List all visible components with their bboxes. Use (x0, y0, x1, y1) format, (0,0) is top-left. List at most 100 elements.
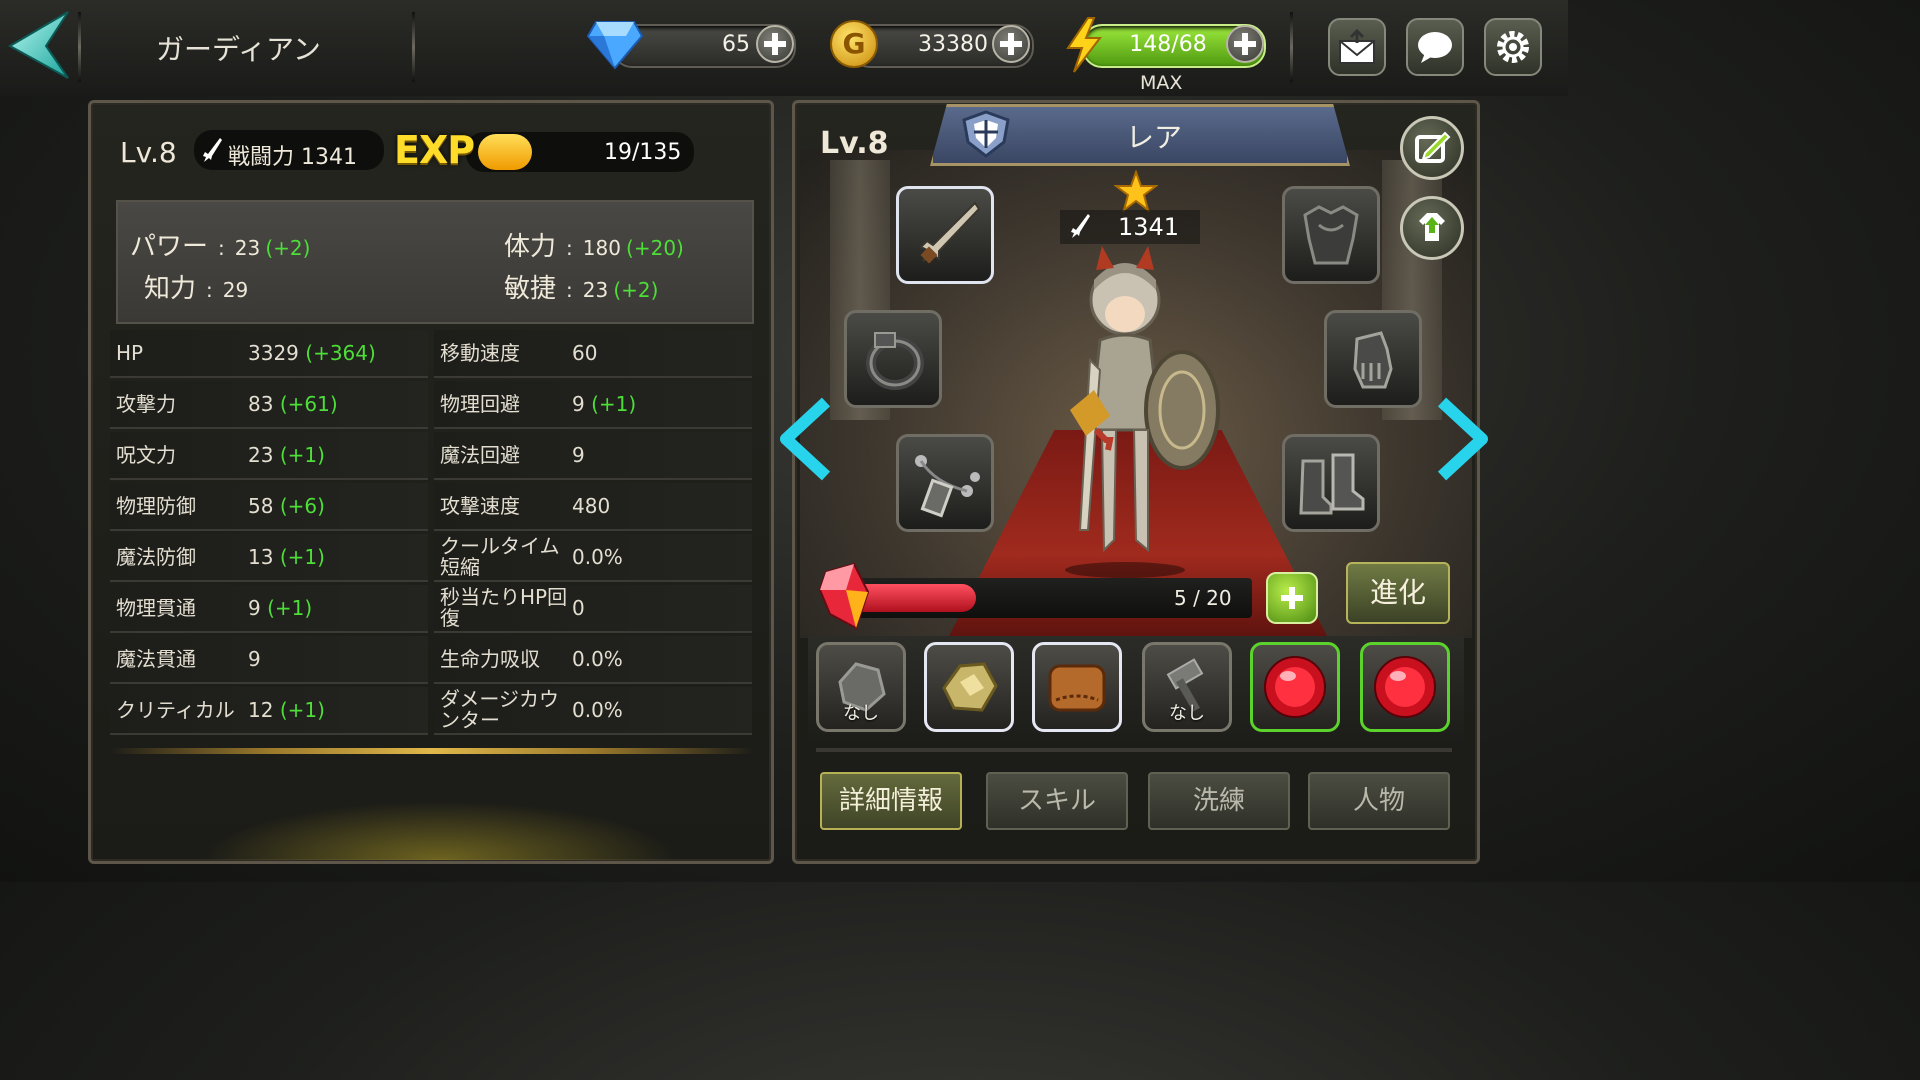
rarity-label: レア (1126, 121, 1183, 154)
stat-name: クリティカル (116, 697, 235, 722)
red-crystal-icon (818, 562, 870, 630)
add-gems-button[interactable] (756, 25, 794, 63)
attribute-bonus: (+2) (265, 236, 311, 260)
gauntlet-icon (1353, 331, 1393, 389)
stat-value: 0 (572, 596, 585, 620)
gem-slot[interactable]: なし (816, 642, 906, 732)
divider (1290, 12, 1293, 82)
gold-divider (110, 748, 754, 754)
lightning-icon (1066, 17, 1103, 73)
divider (816, 748, 1452, 752)
gem-slot-label: なし (1169, 703, 1205, 724)
stat-name: ダメージカウンター (440, 687, 559, 732)
character-portrait (1065, 246, 1220, 578)
stat-name: 攻撃速度 (440, 493, 520, 518)
stat-value: 9 (248, 647, 261, 671)
ring-slot[interactable] (844, 310, 942, 408)
gem-slot[interactable] (924, 642, 1014, 732)
stat-value: 12 (+1) (248, 698, 325, 722)
next-character-arrow-icon[interactable] (1434, 396, 1490, 482)
stat-value-number: 13 (248, 545, 274, 569)
tab-0[interactable]: 詳細情報 (820, 772, 962, 830)
stat-row: 魔法防御 13 (+1) (110, 534, 428, 582)
stat-row: 生命力吸収 0.0% (434, 636, 752, 684)
stat-value: 0.0% (572, 698, 623, 722)
attribute-bonus: (+2) (613, 278, 659, 302)
stat-bonus: (+1) (267, 596, 313, 620)
evolve-button[interactable]: 進化 (1346, 562, 1450, 624)
stat-value-number: 480 (572, 494, 611, 518)
gem-slot[interactable] (1360, 642, 1450, 732)
gloves-slot[interactable] (1324, 310, 1422, 408)
stat-row: クールタイム短縮 0.0% (434, 534, 752, 582)
edit-icon (1415, 131, 1451, 163)
tab-1[interactable]: スキル (986, 772, 1128, 830)
settings-button[interactable] (1484, 18, 1542, 76)
tab-2[interactable]: 洗練 (1148, 772, 1290, 830)
add-evolve-material-button[interactable] (1266, 572, 1318, 624)
stamina-status: MAX (1140, 72, 1183, 94)
mail-button[interactable] (1328, 18, 1386, 76)
evolve-progress-fill (856, 584, 976, 612)
stat-value: 9 (+1) (248, 596, 312, 620)
sword-icon (203, 138, 222, 162)
armor-slot[interactable] (1282, 186, 1380, 284)
stat-row: 呪文力 23 (+1) (110, 432, 428, 480)
stats-column-right: 移動速度 60 物理回避 9 (+1) 魔法回避 9 攻撃速度 480 クールタイム短縮 0… (434, 330, 752, 740)
boots-slot[interactable] (1282, 434, 1380, 532)
attribute-label: 知力 (144, 274, 197, 304)
stat-value-number: 9 (572, 443, 585, 467)
gem-slot[interactable] (1250, 642, 1340, 732)
sword-icon (919, 201, 981, 264)
attribute-separator: : (566, 236, 573, 260)
stat-value-number: 0.0% (572, 698, 623, 722)
add-stamina-button[interactable] (1226, 25, 1264, 63)
stat-value-number: 83 (248, 392, 274, 416)
stat-name: 呪文力 (116, 442, 176, 467)
character-level: Lv.8 (120, 136, 177, 169)
back-arrow-icon[interactable] (6, 10, 72, 80)
gem-slot[interactable] (1032, 642, 1122, 732)
attribute-1: 知力:29 (144, 268, 248, 305)
stat-value-number: 9 (248, 647, 261, 671)
stat-row: 魔法貫通 9 (110, 636, 428, 684)
chest-armor-icon (1303, 205, 1359, 265)
tab-3[interactable]: 人物 (1308, 772, 1450, 830)
chat-button[interactable] (1406, 18, 1464, 76)
stat-row: 攻撃速度 480 (434, 483, 752, 531)
stat-value-number: 0.0% (572, 545, 623, 569)
weapon-slot[interactable] (896, 186, 994, 284)
stat-bonus: (+6) (279, 494, 325, 518)
stat-value: 83 (+61) (248, 392, 338, 416)
attribute-bonus: (+20) (626, 236, 684, 260)
stat-name: 攻撃力 (116, 391, 176, 416)
red-orb-icon (1264, 656, 1326, 718)
stat-value: 9 (+1) (572, 392, 636, 416)
stat-row: HP 3329 (+364) (110, 330, 428, 378)
stat-name: 物理回避 (440, 391, 520, 416)
attribute-label: 敏捷 (504, 274, 557, 304)
prev-character-arrow-icon[interactable] (778, 396, 834, 482)
stat-bonus: (+61) (279, 392, 338, 416)
sword-icon (1071, 214, 1090, 238)
gem-slot[interactable]: なし (1142, 642, 1232, 732)
necklace-slot[interactable] (896, 434, 994, 532)
edit-button[interactable] (1400, 116, 1464, 180)
gold-value: 33380 (918, 32, 988, 57)
stat-value-number: 58 (248, 494, 274, 518)
costume-button[interactable] (1400, 196, 1464, 260)
gold-coin-icon: G (830, 20, 878, 68)
stat-row: 攻撃力 83 (+61) (110, 381, 428, 429)
stat-bonus: (+1) (279, 698, 325, 722)
attribute-separator: : (206, 278, 213, 302)
stat-value: 58 (+6) (248, 494, 325, 518)
boots-icon (1299, 453, 1365, 515)
stat-value: 3329 (+364) (248, 341, 376, 365)
necklace-icon (915, 455, 980, 518)
stat-name: 秒当たりHP回復 (440, 585, 568, 630)
hero-combat-power: 1341 (1118, 213, 1180, 241)
stat-value-number: 12 (248, 698, 274, 722)
stat-bonus: (+1) (591, 392, 637, 416)
stat-name: HP (116, 340, 144, 365)
add-gold-button[interactable] (992, 25, 1030, 63)
